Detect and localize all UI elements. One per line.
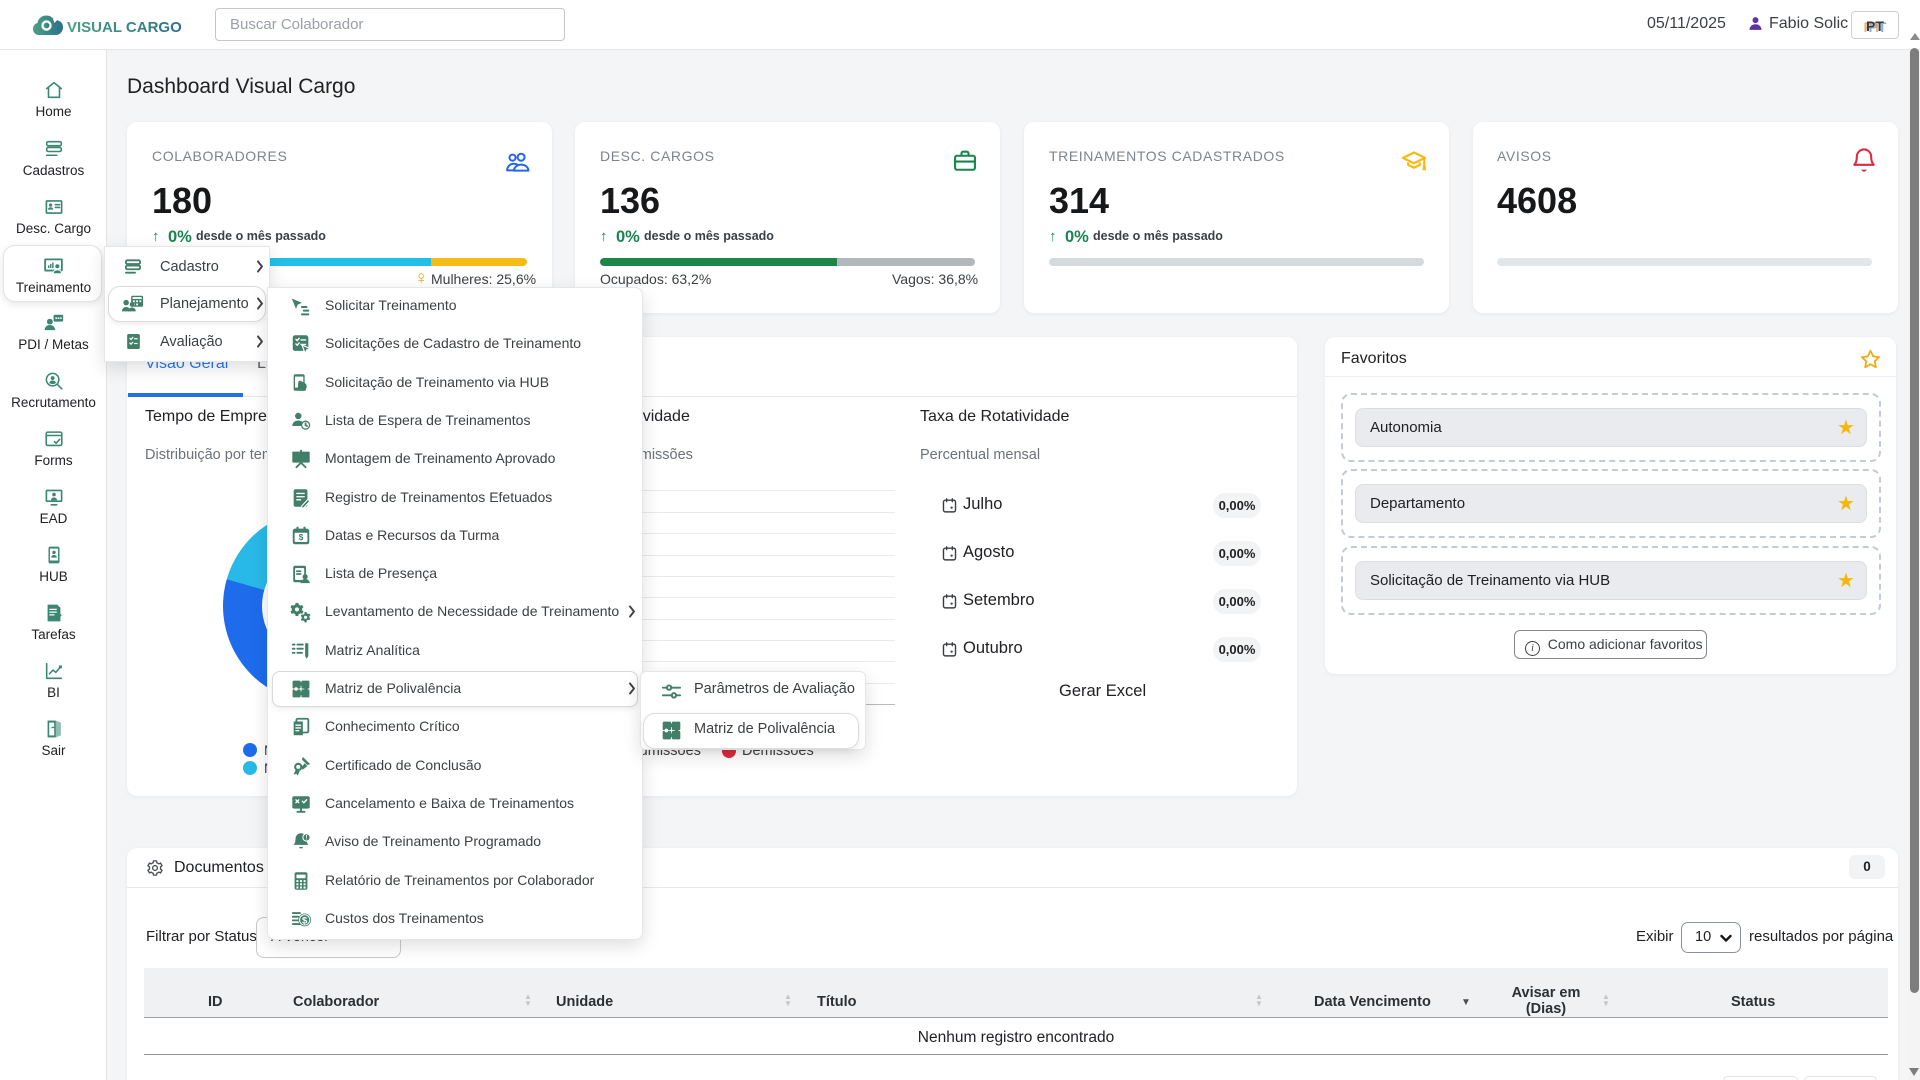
svg-text:$: $ — [302, 915, 308, 926]
svg-text:$: $ — [299, 533, 304, 542]
svg-text:!: ! — [306, 836, 308, 842]
svg-text:VISUAL CARGO: VISUAL CARGO — [67, 19, 182, 36]
